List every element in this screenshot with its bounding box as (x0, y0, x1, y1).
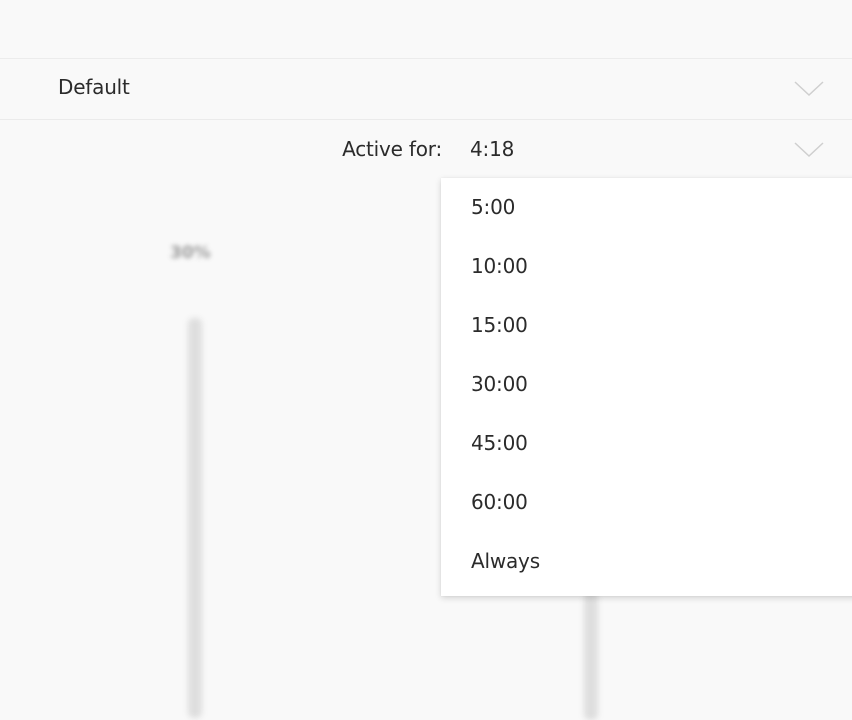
blurred-percent-label: 30% (170, 243, 211, 263)
active-for-dropdown: 5:00 10:00 15:00 30:00 45:00 60:00 Alway… (441, 178, 852, 596)
chevron-down-icon[interactable] (794, 142, 824, 158)
dropdown-option[interactable]: Always (441, 532, 852, 591)
active-for-row: Active for: 4:18 (0, 120, 852, 180)
active-for-label: Active for: (342, 137, 442, 161)
dropdown-option[interactable]: 5:00 (441, 178, 852, 237)
top-strip (0, 0, 852, 59)
dropdown-option[interactable]: 15:00 (441, 296, 852, 355)
profile-select-value: Default (58, 75, 130, 99)
dropdown-option[interactable]: 60:00 (441, 473, 852, 532)
blurred-slider-track-left (188, 318, 202, 718)
active-for-select-value[interactable]: 4:18 (470, 137, 514, 161)
profile-select[interactable]: Default (0, 59, 852, 120)
dropdown-option[interactable]: 30:00 (441, 355, 852, 414)
dropdown-option[interactable]: 10:00 (441, 237, 852, 296)
dropdown-option[interactable]: 45:00 (441, 414, 852, 473)
blurred-slider-track-right (584, 590, 598, 720)
chevron-down-icon[interactable] (794, 81, 824, 97)
